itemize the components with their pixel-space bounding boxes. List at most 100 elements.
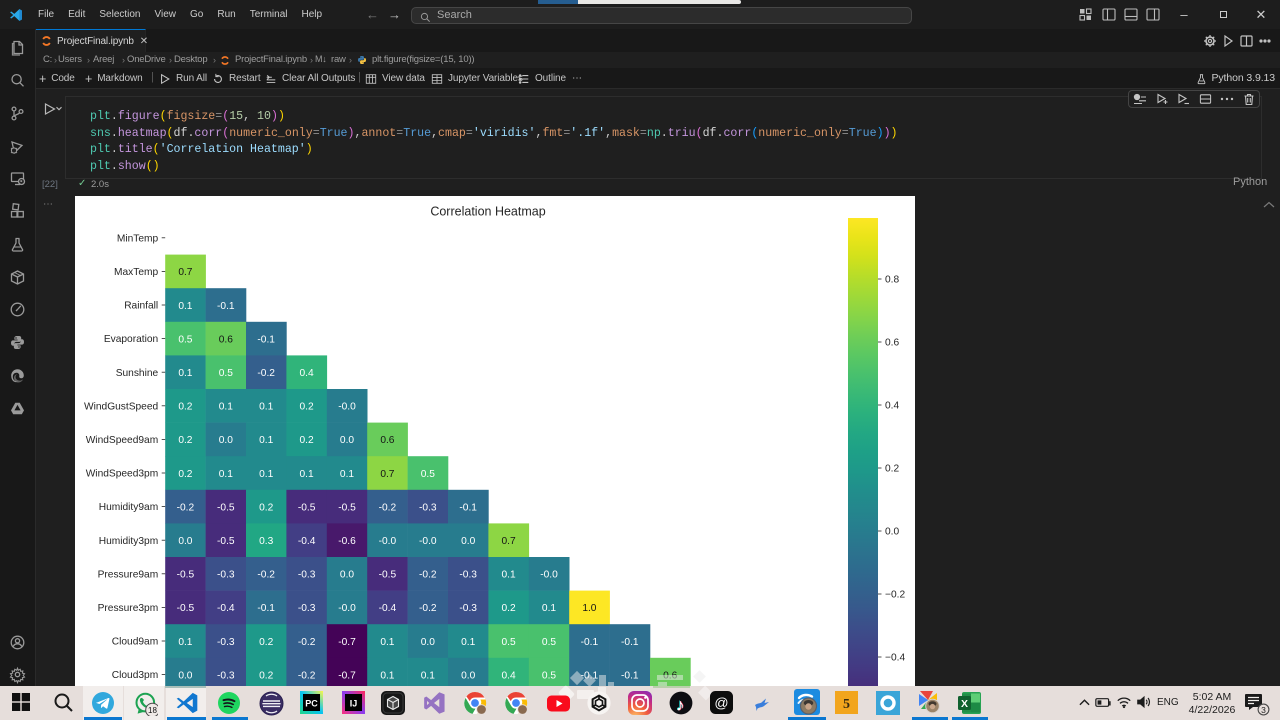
svg-text:-0.3: -0.3 (419, 502, 437, 513)
svg-text:-0.0: -0.0 (419, 536, 437, 547)
svg-text:Humidity3pm: Humidity3pm (99, 536, 158, 547)
svg-text:WindSpeed9am: WindSpeed9am (86, 435, 159, 446)
svg-text:Evaporation: Evaporation (104, 334, 158, 345)
svg-text:−0.2: −0.2 (885, 590, 905, 601)
svg-text:0.1: 0.1 (380, 637, 394, 648)
svg-text:WindSpeed3pm: WindSpeed3pm (86, 469, 159, 480)
svg-text:-0.0: -0.0 (338, 603, 356, 614)
svg-text:-0.5: -0.5 (217, 502, 235, 513)
svg-text:-0.2: -0.2 (379, 502, 397, 513)
svg-text:0.7: 0.7 (178, 267, 192, 278)
svg-text:0.0: 0.0 (340, 570, 354, 581)
svg-text:0.6: 0.6 (219, 334, 233, 345)
svg-text:Correlation Heatmap: Correlation Heatmap (430, 205, 545, 219)
svg-text:-0.5: -0.5 (177, 603, 195, 614)
svg-text:-0.2: -0.2 (298, 637, 316, 648)
svg-text:-0.5: -0.5 (298, 502, 316, 513)
svg-text:-0.5: -0.5 (338, 502, 356, 513)
svg-text:0.0: 0.0 (461, 670, 475, 681)
svg-text:-0.3: -0.3 (298, 570, 316, 581)
svg-text:0.2: 0.2 (178, 435, 192, 446)
svg-text:-0.4: -0.4 (298, 536, 316, 547)
svg-text:0.5: 0.5 (178, 334, 192, 345)
svg-text:0.1: 0.1 (502, 570, 516, 581)
svg-text:-0.2: -0.2 (298, 670, 316, 681)
svg-text:0.2: 0.2 (502, 603, 516, 614)
svg-text:18: 18 (148, 706, 157, 715)
svg-text:X: X (961, 698, 968, 710)
svg-text:0.2: 0.2 (178, 402, 192, 413)
svg-text:0.5: 0.5 (502, 637, 516, 648)
svg-text:IJ: IJ (350, 699, 358, 709)
svg-text:0.0: 0.0 (340, 435, 354, 446)
svg-text:-0.0: -0.0 (338, 402, 356, 413)
svg-text:-0.2: -0.2 (177, 502, 195, 513)
svg-text:0.2: 0.2 (178, 469, 192, 480)
svg-text:0.4: 0.4 (502, 670, 516, 681)
svg-text:0.7: 0.7 (380, 469, 394, 480)
svg-text:-0.0: -0.0 (540, 570, 558, 581)
svg-text:0.1: 0.1 (219, 402, 233, 413)
svg-text:-0.1: -0.1 (257, 334, 275, 345)
svg-text:Pressure3pm: Pressure3pm (98, 603, 159, 614)
svg-text:-0.3: -0.3 (217, 637, 235, 648)
svg-text:Rainfall: Rainfall (124, 301, 158, 312)
svg-text:-0.4: -0.4 (379, 603, 397, 614)
svg-text:0.4: 0.4 (300, 368, 314, 379)
svg-text:0.5: 0.5 (542, 637, 556, 648)
svg-text:0.0: 0.0 (178, 536, 192, 547)
svg-text:0.8: 0.8 (885, 275, 899, 286)
svg-text:-0.3: -0.3 (217, 570, 235, 581)
svg-text:♪: ♪ (676, 695, 685, 714)
svg-text:0.1: 0.1 (178, 301, 192, 312)
svg-text:@: @ (714, 695, 728, 711)
svg-text:0.2: 0.2 (259, 670, 273, 681)
svg-text:-0.3: -0.3 (217, 670, 235, 681)
svg-text:-0.3: -0.3 (459, 603, 477, 614)
svg-text:0.4: 0.4 (885, 401, 899, 412)
svg-text:0.1: 0.1 (259, 469, 273, 480)
svg-text:-0.2: -0.2 (419, 603, 437, 614)
svg-text:-0.7: -0.7 (338, 637, 356, 648)
svg-text:0.1: 0.1 (461, 637, 475, 648)
svg-text:0.5: 0.5 (421, 469, 435, 480)
svg-text:-0.3: -0.3 (459, 570, 477, 581)
svg-text:0.1: 0.1 (421, 670, 435, 681)
svg-text:0.1: 0.1 (380, 670, 394, 681)
svg-text:0.6: 0.6 (885, 338, 899, 349)
svg-text:-0.5: -0.5 (217, 536, 235, 547)
svg-text:0.2: 0.2 (259, 637, 273, 648)
svg-text:MaxTemp: MaxTemp (114, 267, 158, 278)
svg-text:Cloud3pm: Cloud3pm (112, 670, 158, 681)
svg-text:-0.6: -0.6 (338, 536, 356, 547)
svg-text:0.0: 0.0 (219, 435, 233, 446)
svg-text:0.6: 0.6 (380, 435, 394, 446)
svg-text:Humidity9am: Humidity9am (99, 502, 158, 513)
svg-text:-0.5: -0.5 (177, 570, 195, 581)
svg-text:0.0: 0.0 (421, 637, 435, 648)
svg-text:0.3: 0.3 (259, 536, 273, 547)
svg-text:Cloud9am: Cloud9am (112, 637, 158, 648)
svg-text:−0.4: −0.4 (885, 653, 905, 664)
svg-text:Sunshine: Sunshine (116, 368, 159, 379)
svg-text:0.2: 0.2 (885, 464, 899, 475)
svg-text:0.7: 0.7 (502, 536, 516, 547)
svg-text:PC: PC (305, 699, 318, 709)
svg-text:-0.1: -0.1 (621, 670, 639, 681)
svg-text:0.0: 0.0 (178, 670, 192, 681)
svg-text:0.5: 0.5 (219, 368, 233, 379)
svg-text:-0.2: -0.2 (419, 570, 437, 581)
svg-text:0.1: 0.1 (219, 469, 233, 480)
svg-text:-0.1: -0.1 (257, 603, 275, 614)
svg-text:MinTemp: MinTemp (117, 233, 159, 244)
svg-text:0.0: 0.0 (885, 527, 899, 538)
svg-text:-0.2: -0.2 (257, 368, 275, 379)
svg-text:-0.3: -0.3 (298, 603, 316, 614)
svg-text:0.1: 0.1 (178, 637, 192, 648)
svg-text:-0.2: -0.2 (257, 570, 275, 581)
svg-text:0.1: 0.1 (259, 435, 273, 446)
svg-text:-0.4: -0.4 (217, 603, 235, 614)
svg-text:0.2: 0.2 (300, 435, 314, 446)
svg-text:0.0: 0.0 (461, 536, 475, 547)
svg-text:0.1: 0.1 (178, 368, 192, 379)
